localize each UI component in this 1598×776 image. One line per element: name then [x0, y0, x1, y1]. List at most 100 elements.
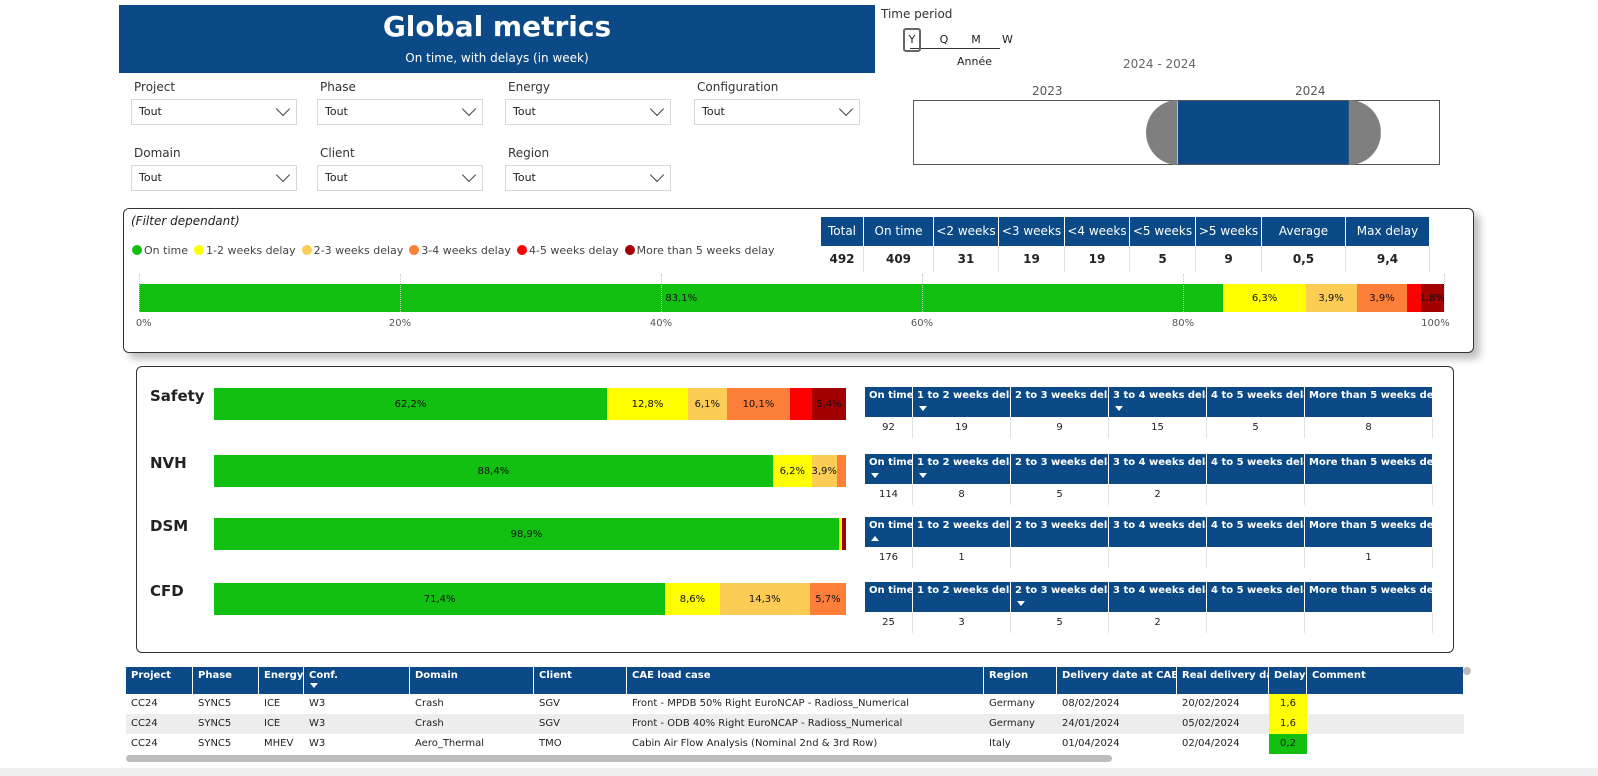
table-header-4[interactable]: Domain [410, 667, 534, 694]
filter-label-domain: Domain [134, 146, 181, 160]
sort-down-icon[interactable] [1017, 601, 1025, 606]
kpi-value-7: 0,5 [1262, 246, 1346, 272]
table-header-1[interactable]: Phase [193, 667, 259, 694]
column-header-label: 2 to 3 weeks delay [1015, 585, 1108, 596]
table-header-10[interactable]: Delay [1269, 667, 1307, 694]
column-header-label: On time [869, 390, 913, 401]
sort-down-icon[interactable] [919, 406, 927, 411]
period-option-q[interactable]: Q [939, 33, 949, 46]
table-cell-3: W3 [309, 718, 326, 729]
filter-value-project: Tout [139, 105, 162, 118]
page-title: Global metrics [382, 10, 612, 43]
table-header-3[interactable]: Conf. [304, 667, 410, 694]
sort-up-icon[interactable] [871, 536, 879, 541]
table-header-5[interactable]: Client [534, 667, 627, 694]
table-cell-5: TMO [539, 738, 562, 749]
year-label-2024: 2024 [1295, 84, 1326, 98]
column-header-label: 4 to 5 weeks delay [1211, 520, 1304, 531]
column-header-label: 1 to 2 weeks delay [917, 457, 1010, 468]
bar-segment: 6,2% [772, 455, 812, 487]
domain-name-nvh: NVH [150, 454, 187, 472]
filter-dropdown-region[interactable]: Tout [505, 165, 671, 191]
kpi-header-6: >5 weeks [1196, 217, 1262, 246]
bar-segment-label: 98,9% [510, 528, 543, 540]
filter-label-project: Project [134, 80, 176, 94]
filter-label-region: Region [508, 146, 550, 160]
chevron-down-icon [461, 167, 477, 183]
bar-segment: 3,9% [811, 455, 837, 487]
legend-swatch [301, 245, 312, 255]
sort-down-icon[interactable] [919, 473, 927, 478]
domain-header-nvh-3: 3 to 4 weeks delay [1109, 454, 1207, 484]
domain-header-nvh-0: On time [865, 454, 913, 484]
table-cell-9: 02/04/2024 [1182, 738, 1240, 749]
bar-segment: 6,1% [688, 388, 727, 420]
table-header-7[interactable]: Region [984, 667, 1057, 694]
domain-header-safety-4: 4 to 5 weeks delay [1207, 387, 1305, 417]
table-cell-4: Crash [415, 718, 444, 729]
chevron-down-icon [838, 101, 854, 117]
chevron-down-icon [275, 101, 291, 117]
table-cell-11 [1307, 714, 1464, 734]
grid-line [139, 274, 140, 312]
table-header-label: Energy [264, 670, 304, 681]
filter-dropdown-phase[interactable]: Tout [317, 99, 483, 125]
bar-segment-label: 5,4% [816, 398, 842, 410]
sort-down-icon[interactable] [1115, 406, 1123, 411]
period-option-m[interactable]: M [971, 33, 981, 46]
table-cell-7: Italy [989, 738, 1011, 749]
legend-label: More than 5 weeks delay [636, 243, 775, 257]
column-header-label: 3 to 4 weeks delay [1113, 390, 1206, 401]
column-header-label: 2 to 3 weeks delay [1015, 520, 1108, 531]
column-header-label: 1 to 2 weeks delay [917, 585, 1010, 596]
domain-bar-cfd: 71,4% 8,6% 14,3% 5,7% [214, 583, 846, 615]
table-header-9[interactable]: Real delivery date [1177, 667, 1269, 694]
domain-value-nvh-2: 5 [1011, 485, 1109, 505]
kpi-value-3: 19 [999, 246, 1065, 272]
sort-down-icon[interactable] [871, 473, 879, 478]
filter-dropdown-domain[interactable]: Tout [131, 165, 297, 191]
column-header-label: 3 to 4 weeks delay [1113, 520, 1206, 531]
table-scroll-dot[interactable] [1463, 667, 1471, 675]
grid-line [661, 274, 662, 312]
bar-segment [836, 455, 846, 487]
overall-stacked-bar: 83,1% 6,3% 3,9% 3,9% 1,8% [139, 284, 1444, 312]
table-cell-1: SYNC5 [198, 698, 232, 709]
filter-dropdown-configuration[interactable]: Tout [694, 99, 860, 125]
kpi-value-0: 492 [821, 246, 864, 272]
timeline-slicer[interactable] [913, 100, 1440, 165]
table-cell-8: 01/04/2024 [1062, 738, 1120, 749]
table-header-8[interactable]: Delivery date at CAE GO [1057, 667, 1177, 694]
filter-label-configuration: Configuration [697, 80, 779, 94]
bar-segment-label: 5,7% [815, 593, 841, 605]
legend-item: 2-3 weeks delay [301, 244, 403, 257]
period-option-w[interactable]: W [1002, 33, 1013, 46]
table-header-label: Domain [415, 670, 458, 681]
filter-value-region: Tout [513, 171, 536, 184]
kpi-value-1: 409 [864, 246, 934, 272]
domain-header-cfd-3: 3 to 4 weeks delay [1109, 582, 1207, 612]
bar-segment [1407, 284, 1421, 312]
domain-header-dsm-3: 3 to 4 weeks delay [1109, 517, 1207, 547]
table-header-2[interactable]: Energy [259, 667, 304, 694]
domain-header-nvh-2: 2 to 3 weeks delay [1011, 454, 1109, 484]
table-header-6[interactable]: CAE load case [627, 667, 984, 694]
table-cell-11 [1307, 734, 1464, 754]
table-header-11[interactable]: Comment [1307, 667, 1464, 694]
table-header-0[interactable]: Project [126, 667, 193, 694]
kpi-value-6: 9 [1196, 246, 1262, 272]
axis-tick-label: 20% [388, 318, 412, 329]
column-header-label: 3 to 4 weeks delay [1113, 585, 1206, 596]
sort-down-icon[interactable] [310, 683, 318, 688]
filter-dropdown-energy[interactable]: Tout [505, 99, 671, 125]
filter-dropdown-client[interactable]: Tout [317, 165, 483, 191]
table-header-label: Client [539, 670, 572, 681]
column-header-label: 2 to 3 weeks delay [1015, 390, 1108, 401]
table-header-label: Region [989, 670, 1029, 681]
bar-segment: 8,6% [665, 583, 720, 615]
horizontal-scrollbar[interactable] [126, 755, 1112, 762]
table-header-label: Delivery date at CAE GO [1062, 670, 1177, 681]
filter-dropdown-project[interactable]: Tout [131, 99, 297, 125]
selected-range[interactable] [1177, 101, 1349, 164]
domain-header-cfd-2: 2 to 3 weeks delay [1011, 582, 1109, 612]
